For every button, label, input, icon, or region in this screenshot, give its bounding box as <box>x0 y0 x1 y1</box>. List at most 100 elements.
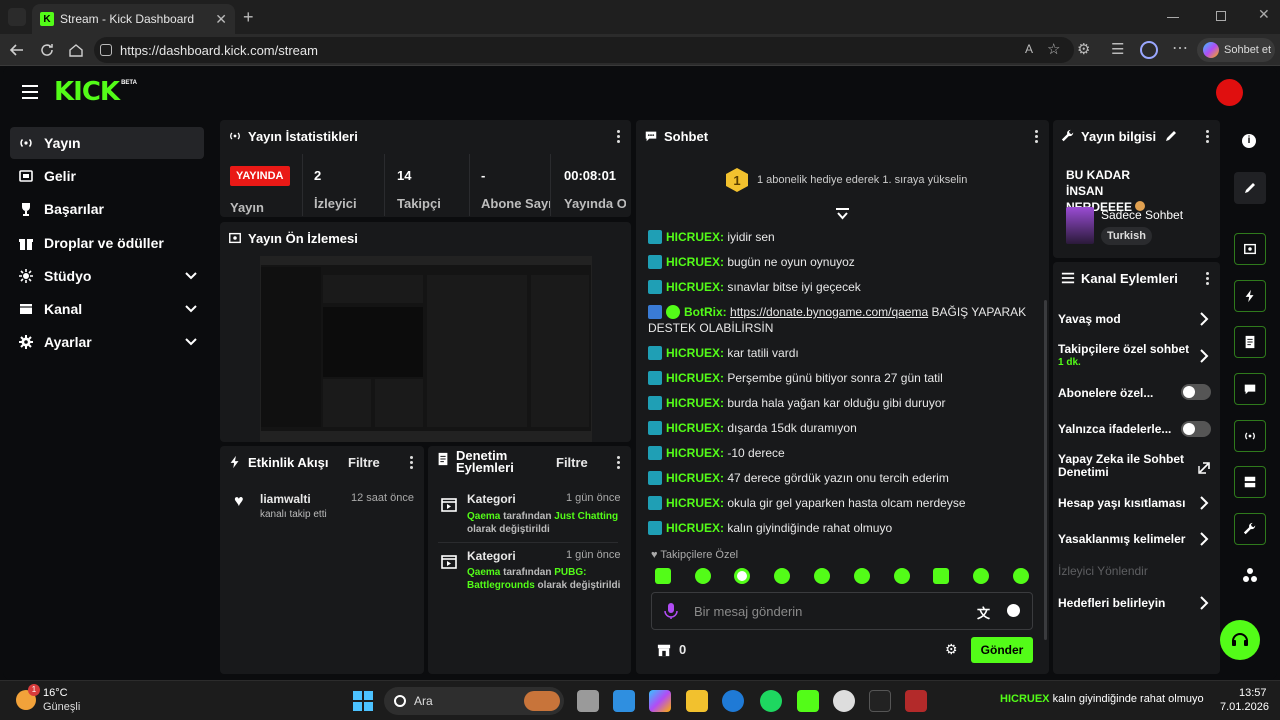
extensions-icon[interactable]: ⚙ <box>1077 40 1090 58</box>
more-options-icon[interactable] <box>1035 129 1039 143</box>
microphone-icon[interactable] <box>664 603 678 619</box>
store-app-icon[interactable] <box>613 690 635 712</box>
task-view-icon[interactable] <box>577 690 599 712</box>
file-explorer-icon[interactable] <box>686 690 708 712</box>
chat-settings-icon[interactable]: ⚙ <box>945 641 958 658</box>
category-name[interactable]: Sadece Sohbet <box>1101 208 1183 222</box>
maximize-icon[interactable] <box>1216 11 1226 21</box>
mod-actor[interactable]: Qaema <box>467 567 500 578</box>
read-aloud-icon[interactable]: A <box>1025 42 1033 56</box>
refresh-icon[interactable] <box>39 42 55 58</box>
nav-item-yayin[interactable]: Yayın <box>10 127 204 159</box>
clock-date[interactable]: 7.01.2026 <box>1220 701 1269 713</box>
edit-stream-button[interactable] <box>1234 172 1266 204</box>
actions-toggle-button[interactable] <box>1234 466 1266 498</box>
profile-icon[interactable] <box>1140 41 1158 59</box>
nav-item-studyo[interactable]: Stüdyo <box>10 260 204 292</box>
chat-username[interactable]: HICRUEX: <box>666 421 724 435</box>
nav-item-basarilar[interactable]: Başarılar <box>10 193 204 225</box>
emote-icon[interactable] <box>655 568 671 584</box>
mod-filter-button[interactable]: Filtre <box>556 455 588 470</box>
back-icon[interactable] <box>9 42 25 58</box>
more-options-icon[interactable] <box>410 455 414 469</box>
taskbar-search[interactable]: Ara <box>384 687 564 715</box>
emote-icon[interactable] <box>814 568 830 584</box>
more-options-icon[interactable] <box>1206 271 1210 285</box>
activity-filter-button[interactable]: Filtre <box>348 455 380 470</box>
more-menu-icon[interactable]: ⋯ <box>1172 38 1188 58</box>
send-button[interactable]: Gönder <box>971 637 1033 663</box>
emote-icon[interactable] <box>1013 568 1029 584</box>
more-options-icon[interactable] <box>1206 129 1210 143</box>
chat-username[interactable]: HICRUEX: <box>666 496 724 510</box>
info-toggle-button[interactable] <box>1234 513 1266 545</box>
emote-icon[interactable] <box>854 568 870 584</box>
copilot-app-icon[interactable] <box>649 690 671 712</box>
emote-icon[interactable] <box>774 568 790 584</box>
home-icon[interactable] <box>68 42 84 58</box>
hamburger-menu-icon[interactable] <box>22 85 38 99</box>
epic-games-icon[interactable] <box>869 690 891 712</box>
spotify-icon[interactable] <box>760 690 782 712</box>
preview-video[interactable] <box>260 256 592 442</box>
steam-icon[interactable] <box>833 690 855 712</box>
minimize-icon[interactable] <box>1167 17 1179 18</box>
chat-scrollbar[interactable] <box>1044 300 1047 640</box>
chat-username[interactable]: HICRUEX: <box>666 371 724 385</box>
tab-actions-icon[interactable] <box>8 8 26 26</box>
chat-username[interactable]: HICRUEX: <box>666 230 724 244</box>
windows-start-icon[interactable] <box>352 690 374 712</box>
new-tab-icon[interactable]: + <box>243 7 254 28</box>
copilot-button[interactable]: Sohbet et <box>1197 38 1275 62</box>
emotes-only-toggle[interactable] <box>1181 421 1211 437</box>
live-indicator[interactable] <box>1216 79 1243 106</box>
emote-icon[interactable] <box>894 568 910 584</box>
category-thumbnail[interactable] <box>1066 207 1094 244</box>
nav-item-kanal[interactable]: Kanal <box>10 293 204 325</box>
info-icon[interactable]: i <box>1242 134 1256 148</box>
mod-actor[interactable]: Qaema <box>467 511 500 522</box>
close-window-icon[interactable]: ✕ <box>1258 6 1270 23</box>
chat-input[interactable]: Bir mesaj gönderin 文 <box>651 592 1033 630</box>
chat-username[interactable]: HICRUEX: <box>666 446 724 460</box>
support-button[interactable] <box>1220 620 1260 660</box>
nav-item-gelir[interactable]: Gelir <box>10 160 204 192</box>
chat-link[interactable]: https://donate.bynogame.com/qaema <box>730 305 928 319</box>
preview-toggle-button[interactable] <box>1234 233 1266 265</box>
browser-tab[interactable]: K Stream - Kick Dashboard ✕ <box>32 4 235 34</box>
chat-username[interactable]: HICRUEX: <box>666 255 724 269</box>
event-user[interactable]: liamwalti <box>260 492 311 506</box>
emote-icon[interactable] <box>695 568 711 584</box>
kick-app-icon[interactable] <box>797 690 819 712</box>
nav-item-droplar[interactable]: Droplar ve ödüller <box>10 227 204 259</box>
collections-icon[interactable]: ☰ <box>1111 40 1124 58</box>
more-options-icon[interactable] <box>617 129 621 143</box>
tab-close-icon[interactable]: ✕ <box>215 11 227 28</box>
chat-username[interactable]: HICRUEX: <box>666 280 724 294</box>
chat-username[interactable]: HICRUEX: <box>666 521 724 535</box>
mod-category[interactable]: Just Chatting <box>554 511 618 522</box>
emote-icon[interactable] <box>933 568 949 584</box>
chat-username[interactable]: HICRUEX: <box>666 346 724 360</box>
kick-logo[interactable]: KICK BETA <box>54 78 137 106</box>
chat-username[interactable]: HICRUEX: <box>666 471 724 485</box>
activity-toggle-button[interactable] <box>1234 280 1266 312</box>
chat-toggle-button[interactable] <box>1234 373 1266 405</box>
stats-toggle-button[interactable] <box>1234 420 1266 452</box>
widgets-icon[interactable] <box>1242 567 1258 583</box>
chat-username[interactable]: BotRix: <box>684 305 727 319</box>
favorite-star-icon[interactable]: ☆ <box>1047 40 1060 58</box>
nav-item-ayarlar[interactable]: Ayarlar <box>10 326 204 358</box>
pinned-expand-icon[interactable] <box>836 208 849 220</box>
translate-icon[interactable]: 文 <box>977 603 990 622</box>
edit-pencil-icon[interactable] <box>1165 130 1177 142</box>
more-options-icon[interactable] <box>617 455 621 469</box>
mod-log-toggle-button[interactable] <box>1234 326 1266 358</box>
emoji-picker-icon[interactable] <box>1007 604 1020 617</box>
emote-icon[interactable] <box>973 568 989 584</box>
channel-points[interactable]: 0 <box>657 642 686 657</box>
url-field[interactable]: https://dashboard.kick.com/stream <box>94 37 1074 63</box>
site-info-icon[interactable] <box>100 44 112 56</box>
edge-browser-icon[interactable] <box>722 690 744 712</box>
clock-time[interactable]: 13:57 <box>1239 687 1267 699</box>
